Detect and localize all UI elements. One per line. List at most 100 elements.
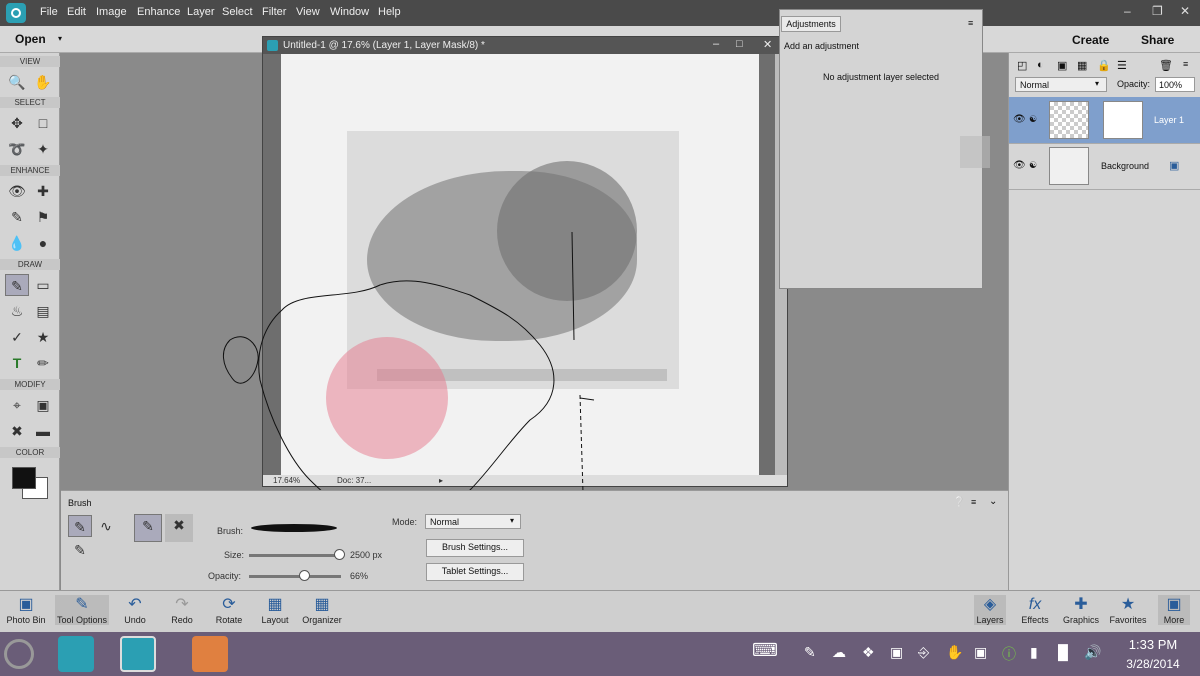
touch-app-icon[interactable] [192,636,228,672]
drag-hand-icon [960,136,990,168]
size-slider-knob[interactable] [334,549,346,560]
layers-panel: ◰ ◐ ▣ ▦ 🔒 ☰ 🗑 ≡ Normal ▾ Opacity: 100% 👁… [1008,53,1200,590]
os-taskbar: ⌨ ✎ ☁ ❖ ▣ ⎆ ✋ ▣ ⓘ ▮ █ 🔊 1:33 PM 3/28/201… [0,632,1200,676]
adjustments-panel: Adjustments ≡ Add an adjustment No adjus… [779,9,983,289]
opacity-slider-knob[interactable] [299,570,311,581]
tool-options-button[interactable]: ✎ Tool Options [55,595,109,625]
layer-name: Background [1101,161,1150,171]
start-button-icon[interactable] [4,639,34,669]
signal-icon[interactable]: █ [1058,644,1068,660]
layer-thumbnail [1049,101,1089,139]
layout-button[interactable]: ▦ Layout [258,595,292,625]
rotate-label: Rotate [215,615,243,625]
adjustment-layer-icon[interactable]: ◐ [1037,59,1044,71]
options-menu-icon[interactable]: ≡ [971,497,976,507]
app-bottom-bar: ▣ Photo Bin ✎ Tool Options ↶ Undo ↷ Redo ⟳ Ro… [0,590,1200,632]
pen-icon[interactable]: ✎ [804,644,816,661]
favorites-button[interactable]: ★ Favorites [1107,595,1149,625]
blend-chevron-icon[interactable]: ▾ [1095,79,1099,88]
collapse-chevron-icon[interactable]: ⌄ [989,496,997,507]
opacity-label: Opacity: [208,571,242,581]
opacity-slider[interactable] [249,575,341,578]
chain-icon[interactable]: ☯ [1029,160,1037,171]
favorites-label: Favorites [1109,615,1147,625]
layer-mask-icon[interactable]: ▣ [1057,59,1067,72]
color-replacement-icon[interactable]: ✎ [68,539,92,561]
blend-mode-select[interactable]: Normal [1015,77,1107,92]
graphics-plus-icon: ✚ [1074,596,1088,613]
size-slider[interactable] [249,554,341,557]
brush-preset-preview[interactable] [251,524,337,532]
mode-label: Mode: [392,517,418,527]
photo-bin-icon: ▣ [18,596,34,613]
visibility-eye-icon[interactable]: 👁 [1013,160,1026,171]
impressionist-brush-icon[interactable]: ∿ [94,515,118,537]
clock-date[interactable]: 3/28/2014 [1108,657,1198,671]
volume-icon[interactable]: 🔊 [1084,644,1101,661]
monitor-icon[interactable]: ▣ [974,644,987,661]
layer-thumbnail [1049,147,1089,185]
editor-app-icon[interactable] [120,636,156,672]
new-layer-icon[interactable]: ◰ [1017,59,1027,72]
photo-bin-label: Photo Bin [6,615,46,625]
brush-variant-icon[interactable]: ✎ [68,515,92,537]
layout-label: Layout [261,615,289,625]
graphics-label: Graphics [1062,615,1099,625]
redo-icon: ↷ [175,596,189,613]
mode-select[interactable]: Normal [425,514,521,529]
undo-label: Undo [124,615,146,625]
photo-bin-button[interactable]: ▣ Photo Bin [6,595,46,625]
adjustments-message: No adjustment layer selected [822,72,940,82]
brush-label: Brush: [217,526,244,536]
redo-button[interactable]: ↷ Redo [166,595,198,625]
adjustments-tab[interactable]: Adjustments [781,16,841,32]
size-label: Size: [224,550,245,560]
organizer-app-icon[interactable] [58,636,94,672]
effects-label: Effects [1021,615,1049,625]
layers-button[interactable]: ◈ Layers [974,595,1006,625]
dropbox-icon[interactable]: ❖ [862,644,875,661]
battery-icon[interactable]: ▮ [1030,644,1038,661]
panel-menu-icon[interactable]: ≡ [968,18,973,28]
undo-button[interactable]: ↶ Undo [117,595,153,625]
help-icon[interactable]: ❔ [953,497,965,508]
visibility-eye-icon[interactable]: 👁 [1013,114,1026,125]
lock-icon[interactable]: 🔒 [1097,59,1111,72]
display-icon[interactable]: ▣ [890,644,903,661]
info-icon[interactable]: ⓘ [1002,644,1016,664]
airbrush-off-icon[interactable]: ✎ [134,514,162,542]
cloud-icon[interactable]: ☁ [832,644,846,661]
layers-menu-icon[interactable]: ≡ [1183,59,1188,69]
keyboard-icon[interactable]: ⌨ [752,640,778,661]
layer-row-background[interactable]: 👁 ☯ Background ▣ [1009,143,1200,190]
organizer-label: Organizer [302,615,342,625]
chain-icon[interactable]: ☯ [1029,114,1037,125]
tool-options-icon: ✎ [75,596,89,613]
bluetooth-icon[interactable]: ⎆ [918,644,929,661]
more-button[interactable]: ▣ More [1158,595,1190,625]
layers-icon: ◈ [983,596,997,613]
lock-badge-icon: ▣ [1169,160,1180,172]
layer-mask-thumbnail[interactable] [1103,101,1143,139]
adjustments-title: Add an adjustment [784,41,860,51]
tool-options-title: Brush [68,498,92,508]
hand-tray-icon[interactable]: ✋ [946,644,963,661]
rotate-button[interactable]: ⟳ Rotate [210,595,248,625]
layers-label: Layers [976,615,1004,625]
effects-fx-icon: fx [1028,596,1042,613]
graphics-button[interactable]: ✚ Graphics [1062,595,1100,625]
effects-button[interactable]: fx Effects [1018,595,1052,625]
organizer-icon: ▦ [314,596,330,613]
trash-icon[interactable]: 🗑 [1159,59,1173,72]
airbrush-on-icon[interactable]: ✖ [165,514,193,542]
lock-transparency-icon[interactable]: ▦ [1077,59,1087,72]
mode-chevron-icon[interactable]: ▾ [510,516,514,525]
tablet-settings-button[interactable]: Tablet Settings... [426,563,524,581]
more-icon: ▣ [1166,596,1182,613]
link-icon[interactable]: ☰ [1117,59,1127,72]
clock-time[interactable]: 1:33 PM [1108,637,1198,652]
layer-row-layer-1[interactable]: 👁 ☯ Layer 1 [1009,97,1200,144]
opacity-input[interactable]: 100% [1155,77,1195,92]
brush-settings-button[interactable]: Brush Settings... [426,539,524,557]
organizer-button[interactable]: ▦ Organizer [300,595,344,625]
